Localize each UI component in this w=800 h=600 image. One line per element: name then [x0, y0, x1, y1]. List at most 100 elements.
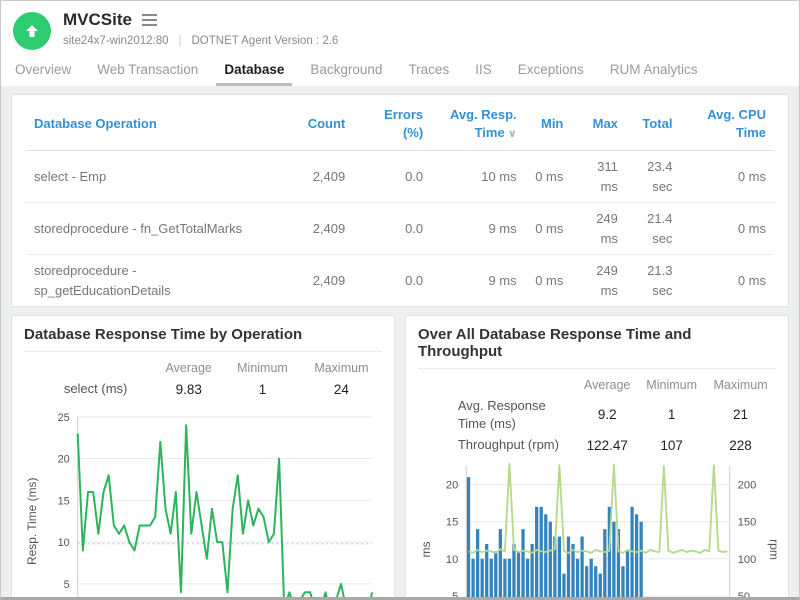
- svg-text:100: 100: [738, 554, 756, 566]
- divider: |: [179, 35, 182, 47]
- svg-text:10: 10: [446, 554, 458, 566]
- tab-rum-analytics[interactable]: RUM Analytics: [610, 62, 698, 77]
- tab-traces[interactable]: Traces: [408, 62, 449, 77]
- cell-total: 21.4 sec: [626, 203, 681, 255]
- cell-errors: 0.0: [353, 255, 431, 307]
- stat-average: 122.47: [576, 434, 638, 456]
- svg-text:Resp. Time (ms): Resp. Time (ms): [25, 477, 39, 564]
- host-name: site24x7-win2012:80: [63, 35, 169, 47]
- cell-operation[interactable]: storedprocedure - fn_GetTotalMarks: [26, 203, 275, 255]
- table-row[interactable]: storedprocedure - fn_GetTotalMarks 2,409…: [26, 203, 774, 255]
- stat-header-minimum: Minimum: [638, 375, 705, 395]
- stat-average: 9.2: [576, 395, 638, 434]
- svg-text:150: 150: [738, 517, 756, 529]
- menu-icon[interactable]: [142, 11, 157, 29]
- operations-table: Database Operation Count Errors (%) Avg.…: [26, 97, 774, 306]
- tab-overview[interactable]: Overview: [15, 62, 71, 77]
- svg-text:5: 5: [452, 591, 458, 597]
- page-title: MVCSite: [63, 10, 132, 30]
- svg-text:ms: ms: [419, 542, 433, 558]
- agent-version: DOTNET Agent Version : 2.6: [192, 35, 339, 47]
- stat-header-maximum: Maximum: [705, 375, 776, 395]
- svg-text:20: 20: [446, 480, 458, 492]
- sort-chevron-down-icon[interactable]: ∨: [508, 128, 517, 140]
- app-window: MVCSite site24x7-win2012:80 | DOTNET Agent…: [0, 0, 800, 600]
- col-database-operation[interactable]: Database Operation: [26, 97, 275, 151]
- cell-count: 2,409: [275, 151, 353, 203]
- table-header-row: Database Operation Count Errors (%) Avg.…: [26, 97, 774, 151]
- tab-exceptions[interactable]: Exceptions: [518, 62, 584, 77]
- stat-minimum: 1: [224, 378, 301, 400]
- tab-database[interactable]: Database: [224, 62, 284, 77]
- svg-text:200: 200: [738, 480, 756, 492]
- stat-label: Throughput (rpm): [454, 434, 576, 456]
- col-count[interactable]: Count: [275, 97, 353, 151]
- stat-average: 9.83: [153, 378, 224, 400]
- svg-text:15: 15: [58, 495, 70, 507]
- svg-text:50: 50: [738, 591, 750, 597]
- right-chart-panel: Over All Database Response Time and Thro…: [405, 315, 789, 597]
- tab-background[interactable]: Background: [310, 62, 382, 77]
- cell-cpu: 0 ms: [680, 203, 774, 255]
- cell-errors: 0.0: [353, 203, 431, 255]
- stat-label: Avg. Response Time (ms): [454, 395, 576, 434]
- app-header: MVCSite site24x7-win2012:80 | DOTNET Agent…: [1, 1, 799, 50]
- stat-header-maximum: Maximum: [301, 358, 382, 378]
- cell-min: 0 ms: [525, 255, 572, 307]
- stat-row: select (ms) 9.83 1 24: [60, 378, 382, 400]
- cell-cpu: 0 ms: [680, 255, 774, 307]
- cell-errors: 0.0: [353, 151, 431, 203]
- col-max[interactable]: Max: [571, 97, 626, 151]
- svg-text:20: 20: [58, 454, 70, 466]
- col-avg-cpu-time[interactable]: Avg. CPU Time: [680, 97, 774, 151]
- left-stats-table: Average Minimum Maximum select (ms) 9.83…: [60, 358, 382, 400]
- cell-operation[interactable]: select - Emp: [26, 151, 275, 203]
- cell-total: 23.4 sec: [626, 151, 681, 203]
- up-arrow-icon: [23, 22, 41, 40]
- cell-avg-resp: 10 ms: [431, 151, 524, 203]
- tab-web-transaction[interactable]: Web Transaction: [97, 62, 198, 77]
- cell-max: 249 ms: [571, 203, 626, 255]
- stat-header-average: Average: [153, 358, 224, 378]
- table-row[interactable]: storedprocedure - sp_getEducationDetails…: [26, 255, 774, 307]
- stat-header-average: Average: [576, 375, 638, 395]
- cell-min: 0 ms: [525, 151, 572, 203]
- stat-minimum: 107: [638, 434, 705, 456]
- main-content: Database Operation Count Errors (%) Avg.…: [1, 86, 799, 597]
- stat-row: Throughput (rpm) 122.47 107 228: [454, 434, 776, 456]
- svg-text:rpm: rpm: [767, 539, 781, 560]
- response-time-line-chart[interactable]: 051015202514:2614:3614:4614:5615:0615:16…: [24, 402, 382, 597]
- stat-header-minimum: Minimum: [224, 358, 301, 378]
- cell-count: 2,409: [275, 255, 353, 307]
- cell-max: 249 ms: [571, 255, 626, 307]
- stat-minimum: 1: [638, 395, 705, 434]
- cell-count: 2,409: [275, 203, 353, 255]
- cell-avg-resp: 9 ms: [431, 203, 524, 255]
- col-avg-resp-time[interactable]: Avg. Resp. Time∨: [431, 97, 524, 151]
- stat-maximum: 228: [705, 434, 776, 456]
- cell-total: 21.3 sec: [626, 255, 681, 307]
- operations-table-card: Database Operation Count Errors (%) Avg.…: [11, 94, 789, 307]
- cell-min: 0 ms: [525, 203, 572, 255]
- svg-text:10: 10: [58, 537, 70, 549]
- cell-avg-resp: 9 ms: [431, 255, 524, 307]
- tab-bar: Overview Web Transaction Database Backgr…: [1, 50, 799, 86]
- cell-cpu: 0 ms: [680, 151, 774, 203]
- col-errors[interactable]: Errors (%): [353, 97, 431, 151]
- right-panel-title: Over All Database Response Time and Thro…: [418, 326, 776, 369]
- right-stats-table: Average Minimum Maximum Avg. Response Ti…: [454, 375, 776, 456]
- cell-operation[interactable]: storedprocedure - sp_getEducationDetails: [26, 255, 275, 307]
- stat-maximum: 24: [301, 378, 382, 400]
- svg-text:5: 5: [64, 579, 70, 591]
- left-panel-title: Database Response Time by Operation: [24, 326, 382, 352]
- tab-iis[interactable]: IIS: [475, 62, 492, 77]
- table-row[interactable]: select - Emp 2,409 0.0 10 ms 0 ms 311 ms…: [26, 151, 774, 203]
- stat-label: select (ms): [60, 378, 153, 400]
- svg-text:15: 15: [446, 517, 458, 529]
- col-total[interactable]: Total: [626, 97, 681, 151]
- response-throughput-combo-chart[interactable]: 0510152005010015020014:2614:4114:5615:11…: [418, 458, 776, 597]
- left-chart-panel: Database Response Time by Operation Aver…: [11, 315, 395, 597]
- stat-row: Avg. Response Time (ms) 9.2 1 21: [454, 395, 776, 434]
- svg-text:25: 25: [58, 412, 70, 424]
- col-min[interactable]: Min: [525, 97, 572, 151]
